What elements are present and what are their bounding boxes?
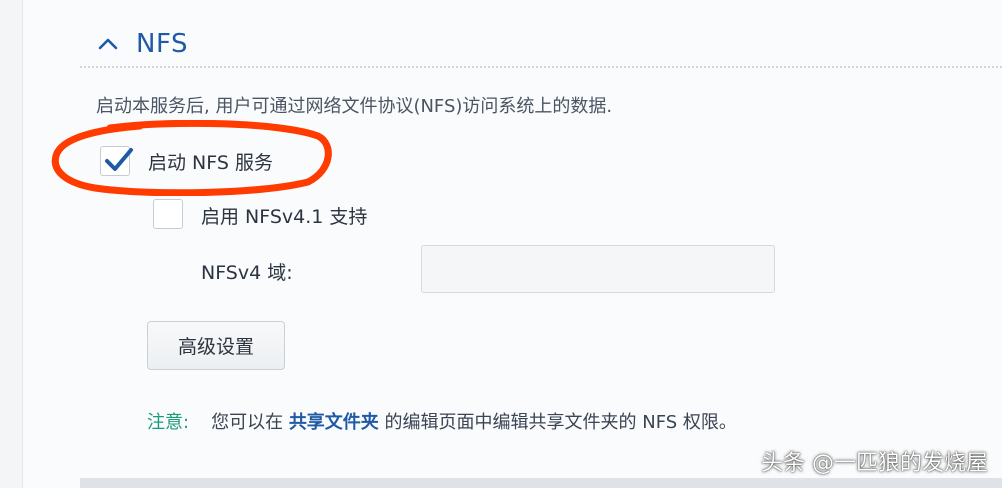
- section-divider: [80, 66, 1002, 68]
- enable-nfsv41-checkbox[interactable]: [153, 199, 183, 229]
- chevron-up-icon[interactable]: [96, 32, 120, 56]
- note-text-after: 的编辑页面中编辑共享文件夹的 NFS 权限。: [384, 412, 737, 433]
- advanced-settings-button[interactable]: 高级设置: [147, 321, 285, 370]
- service-description: 启动本服务后, 用户可通过网络文件协议(NFS)访问系统上的数据.: [96, 96, 613, 117]
- enable-nfs-checkbox[interactable]: [100, 146, 133, 176]
- shared-folder-link[interactable]: 共享文件夹: [289, 412, 379, 433]
- enable-nfsv41-label[interactable]: 启用 NFSv4.1 支持: [201, 202, 367, 229]
- left-gutter: [0, 0, 23, 488]
- watermark-text: 头条 @一匹狼的发烧屋: [761, 451, 988, 476]
- note-text-before: 您可以在: [211, 412, 284, 433]
- nfsv4-domain-input[interactable]: [421, 245, 775, 293]
- nfs-settings-panel: NFS 启动本服务后, 用户可通过网络文件协议(NFS)访问系统上的数据. 启动…: [0, 0, 1002, 488]
- checkmark-icon: [105, 148, 133, 171]
- note-label: 注意:: [147, 412, 190, 433]
- nfs-section-header[interactable]: NFS: [96, 26, 188, 62]
- nfs-permission-note: 注意: 您可以在 共享文件夹 的编辑页面中编辑共享文件夹的 NFS 权限。: [147, 408, 737, 434]
- enable-nfs-label[interactable]: 启动 NFS 服务: [148, 148, 273, 175]
- bottom-bar: [80, 478, 1002, 488]
- section-title: NFS: [136, 29, 188, 59]
- nfsv4-domain-label: NFSv4 域:: [201, 262, 293, 284]
